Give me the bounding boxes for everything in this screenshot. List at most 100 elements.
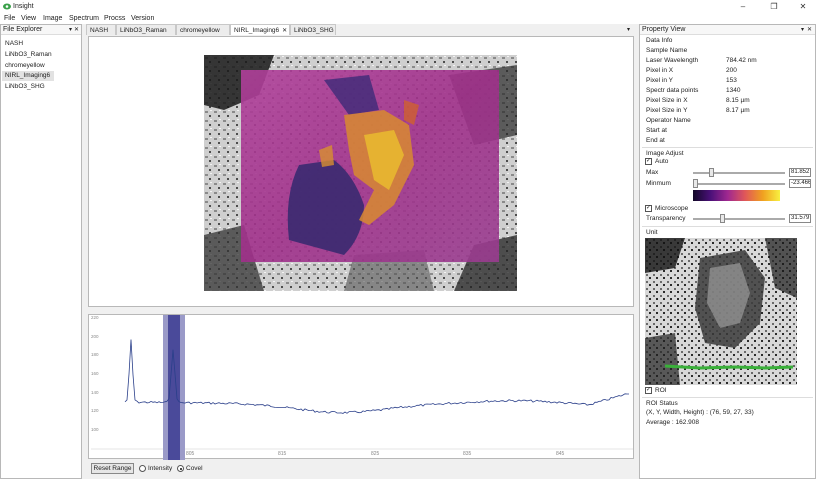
menu-view[interactable]: View xyxy=(21,15,36,22)
spectrum-line xyxy=(124,339,629,414)
x-tick: 815 xyxy=(278,451,287,457)
dropdown-icon[interactable]: ▾ xyxy=(69,25,72,35)
x-tick: 805 xyxy=(186,451,195,457)
auto-checkbox[interactable]: ✓ xyxy=(645,158,652,165)
menu-spectrum[interactable]: Spectrum xyxy=(69,15,99,22)
tab-linbo3-shg[interactable]: LiNbO3_SHG xyxy=(290,24,336,35)
property-view-header: Property View ▾ ✕ xyxy=(640,25,815,35)
close-icon[interactable]: ✕ xyxy=(74,25,79,35)
microscope-image[interactable] xyxy=(204,55,517,291)
transparency-slider-thumb[interactable] xyxy=(720,214,725,223)
tab-chromeyellow[interactable]: chromeyellow xyxy=(176,24,230,35)
tab-nash[interactable]: NASH xyxy=(86,24,116,35)
unit-thumbnail[interactable] xyxy=(645,238,797,385)
info-label: Pixel in X xyxy=(646,67,674,74)
x-tick: 825 xyxy=(371,451,380,457)
y-tick: 160 xyxy=(91,371,99,376)
file-explorer-panel: File Explorer ▾ ✕ NASH LiNbO3_Raman chro… xyxy=(0,24,82,479)
tab-label: chromeyellow xyxy=(180,27,220,34)
auto-label: Auto xyxy=(655,158,669,165)
spectrum-view xyxy=(88,314,635,460)
file-explorer-header: File Explorer ▾ ✕ xyxy=(1,25,81,35)
menu-bar: File View Image Spectrum Procss Version xyxy=(0,13,816,24)
tab-linbo3-raman[interactable]: LiNbO3_Raman xyxy=(116,24,176,35)
y-tick: 120 xyxy=(91,408,99,413)
image-view xyxy=(88,36,634,307)
spectrum-plot[interactable] xyxy=(89,315,635,460)
unit-title: Unit xyxy=(646,229,658,236)
microscope-checkbox[interactable]: ✓ xyxy=(645,205,652,212)
dropdown-icon[interactable]: ▾ xyxy=(801,25,804,35)
property-view-title: Property View xyxy=(642,26,686,33)
divider xyxy=(642,147,813,148)
file-item-nash[interactable]: NASH xyxy=(5,40,23,47)
close-tab-icon[interactable]: ✕ xyxy=(282,28,287,34)
info-value: 784.42 nm xyxy=(726,57,757,64)
roi-marker[interactable] xyxy=(664,364,794,370)
info-label: Laser Wavelength xyxy=(646,57,699,64)
close-button[interactable]: ✕ xyxy=(796,2,810,11)
menu-image[interactable]: Image xyxy=(43,15,62,22)
roi-label: ROI xyxy=(655,387,667,394)
max-slider-track[interactable] xyxy=(693,172,785,174)
info-value: 8.15 µm xyxy=(726,97,750,104)
maximize-button[interactable]: ❐ xyxy=(767,2,781,11)
transparency-slider-track[interactable] xyxy=(693,218,785,220)
file-item-nirl-imaging6[interactable]: NIRL_Imaging6 xyxy=(5,72,50,79)
intensity-label: Intensity xyxy=(148,465,173,472)
min-value-field[interactable]: -23.466 xyxy=(789,179,811,188)
property-view-panel: Property View ▾ ✕ Data Info Sample Name … xyxy=(639,24,816,479)
menu-process[interactable]: Procss xyxy=(104,15,125,22)
transparency-label: Transparency xyxy=(646,215,686,222)
info-value: 153 xyxy=(726,77,737,84)
info-label: Pixel Size in X xyxy=(646,97,688,104)
file-item-chromeyellow[interactable]: chromeyellow xyxy=(5,62,45,69)
minimize-button[interactable]: – xyxy=(736,2,750,11)
colormap-bar xyxy=(693,190,780,201)
tab-label: LiNbO3_SHG xyxy=(294,27,334,34)
intensity-radio[interactable] xyxy=(139,465,146,472)
transparency-value-field[interactable]: 31.579 xyxy=(789,214,811,223)
tab-nirl-imaging6[interactable]: NIRL_Imaging6 ✕ xyxy=(230,24,290,35)
menu-version[interactable]: Version xyxy=(131,15,154,22)
title-bar: Insight – ❐ ✕ xyxy=(0,0,816,13)
x-tick: 845 xyxy=(556,451,565,457)
info-label: Pixel Size in Y xyxy=(646,107,688,114)
info-label: Spectr data points xyxy=(646,87,699,94)
file-item-linbo3-raman[interactable]: LiNbO3_Raman xyxy=(5,51,52,58)
image-adjust-title: Image Adjust xyxy=(646,150,684,157)
y-tick: 200 xyxy=(91,334,99,339)
tab-label: LiNbO3_Raman xyxy=(120,27,167,34)
app-icon xyxy=(3,3,11,10)
roi-status-title: ROI Status xyxy=(646,400,678,407)
file-item-linbo3-shg[interactable]: LiNbO3_SHG xyxy=(5,83,45,90)
y-tick: 100 xyxy=(91,427,99,432)
roi-checkbox[interactable]: ✓ xyxy=(645,387,652,394)
covel-label: Covel xyxy=(186,465,203,472)
y-tick: 220 xyxy=(91,315,99,320)
menu-file[interactable]: File xyxy=(4,15,15,22)
info-label: Start at xyxy=(646,127,667,134)
min-slider-track[interactable] xyxy=(693,183,785,185)
covel-radio[interactable] xyxy=(177,465,184,472)
info-label: Sample Name xyxy=(646,47,688,54)
info-label: End at xyxy=(646,137,665,144)
info-value: 1340 xyxy=(726,87,741,94)
min-slider-thumb[interactable] xyxy=(693,179,698,188)
tab-label: NASH xyxy=(90,27,109,34)
reset-range-button[interactable]: Reset Range xyxy=(91,463,134,474)
data-info-title: Data Info xyxy=(646,37,673,44)
y-tick: 180 xyxy=(91,352,99,357)
info-value: 8.17 µm xyxy=(726,107,750,114)
close-icon[interactable]: ✕ xyxy=(807,25,812,35)
divider xyxy=(642,397,813,398)
x-tick: 835 xyxy=(463,451,472,457)
tab-list-icon[interactable]: ▾ xyxy=(627,26,630,33)
max-value-field[interactable]: 81.852 xyxy=(789,168,811,177)
info-label: Pixel in Y xyxy=(646,77,673,84)
max-label: Max xyxy=(646,169,659,176)
max-slider-thumb[interactable] xyxy=(709,168,714,177)
file-explorer-title: File Explorer xyxy=(3,26,43,33)
roi-average: Average : 162.908 xyxy=(646,419,700,426)
divider xyxy=(642,226,813,227)
